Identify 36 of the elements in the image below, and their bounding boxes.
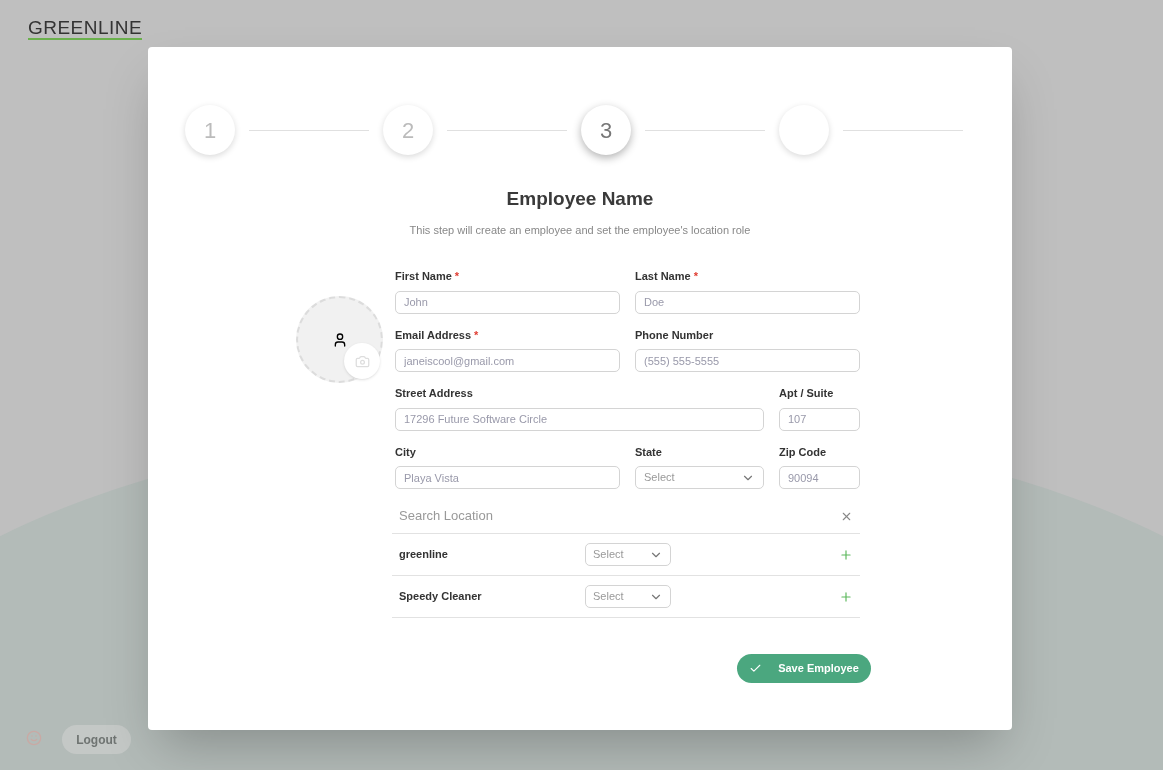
required-mark: * [454, 269, 460, 284]
select-dropdown[interactable]: Select [635, 466, 764, 489]
field-label: Email Address [395, 327, 471, 343]
field-label: State [635, 444, 662, 460]
logout-button[interactable]: Logout [62, 725, 131, 754]
save-button[interactable]: Save Employee [737, 654, 871, 683]
camera-button[interactable] [344, 343, 380, 379]
check-icon [749, 662, 763, 675]
form-title: Employee Name [506, 187, 654, 211]
add-icon[interactable] [839, 589, 853, 604]
field-label: Zip Code [779, 444, 827, 460]
form-subtitle: This step will create an employee and set the employee's location role [409, 222, 751, 238]
required-mark: * [474, 327, 479, 343]
logo: GREENLINE [28, 18, 143, 40]
input-field[interactable]: Playa Vista [395, 466, 620, 489]
field-label: Apt / Suite [779, 386, 834, 401]
field-label: First Name [395, 269, 452, 284]
location-name: greenline [399, 547, 449, 563]
field-label: Phone Number [635, 327, 714, 343]
input-field[interactable]: (555) 555-5555 [635, 349, 860, 372]
location-name: Speedy Cleaner [399, 589, 483, 605]
input-field[interactable]: 107 [779, 407, 860, 431]
input-field[interactable]: Doe [635, 290, 860, 314]
field-label: City [395, 444, 416, 460]
field-label: Street Address [395, 386, 473, 401]
field-label: Last Name [635, 269, 691, 284]
required-mark: * [693, 269, 698, 284]
camera-icon [354, 353, 370, 369]
input-field[interactable]: 90094 [779, 466, 860, 489]
search-field[interactable]: Search Location [399, 506, 699, 526]
role-dropdown[interactable]: Select [585, 543, 671, 566]
input-field[interactable]: 17296 Future Software Circle [395, 407, 764, 431]
input-field[interactable]: janeiscool@gmail.com [395, 349, 620, 372]
input-field[interactable]: John [395, 290, 620, 314]
role-dropdown[interactable]: Select [585, 585, 671, 608]
add-icon[interactable] [839, 547, 853, 562]
